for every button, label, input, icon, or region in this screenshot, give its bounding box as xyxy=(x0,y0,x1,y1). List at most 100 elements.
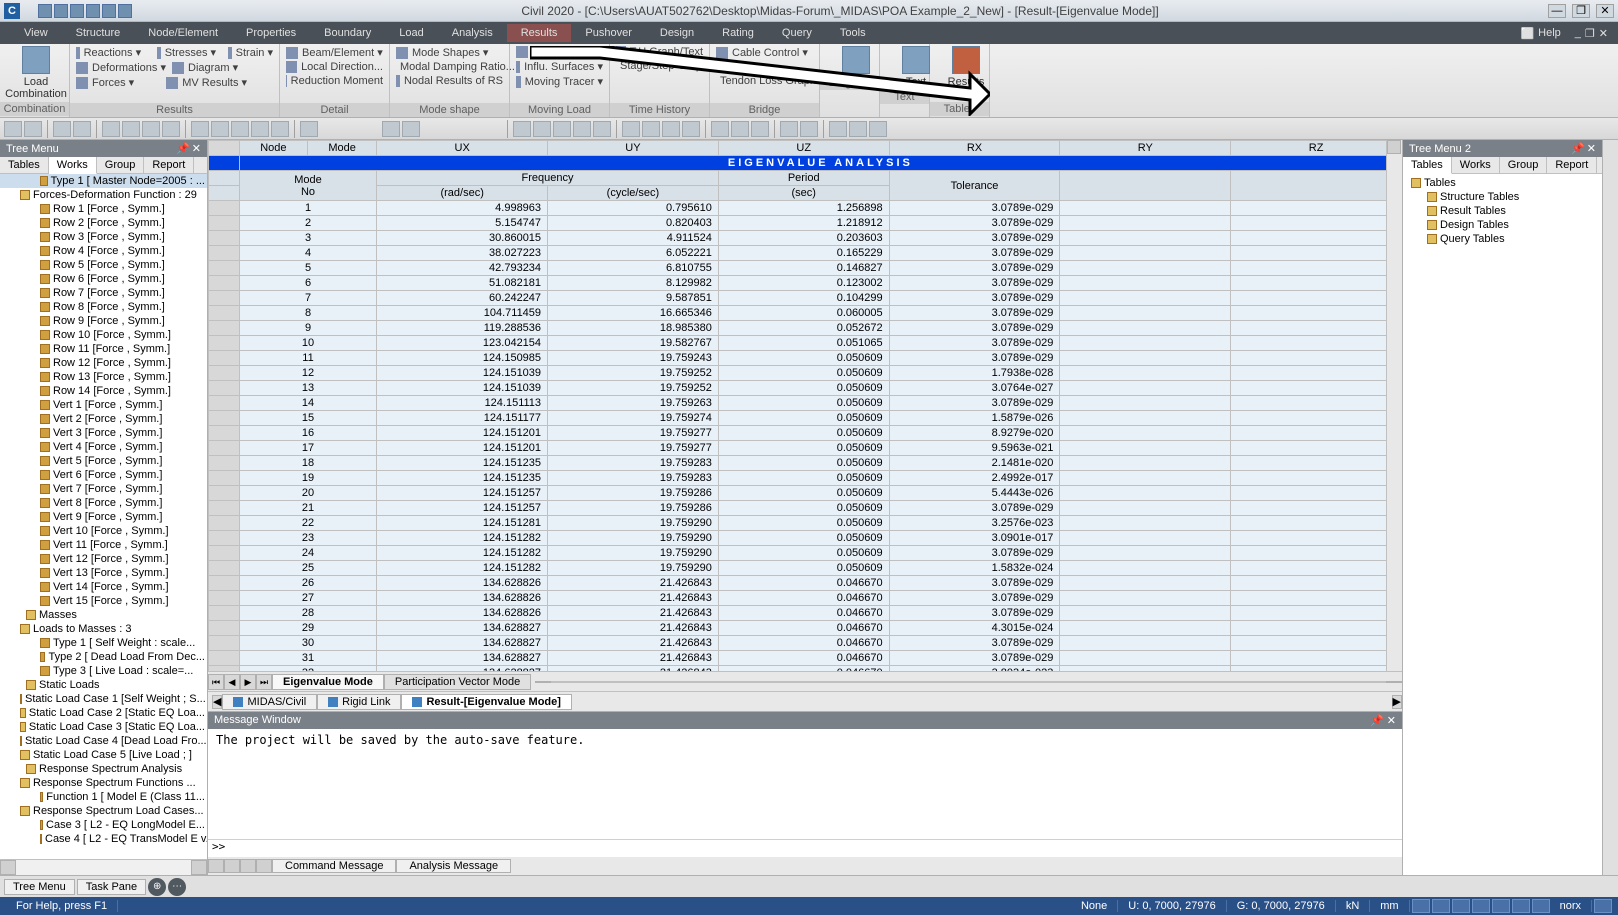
sb-units-icon[interactable] xyxy=(1412,899,1430,913)
tb-d-icon[interactable] xyxy=(251,121,269,137)
table-row[interactable]: 9119.28853618.9853800.0526723.0789e-029 xyxy=(209,321,1402,336)
tb-x2-icon[interactable] xyxy=(800,121,818,137)
menu-nodeelement[interactable]: Node/Element xyxy=(134,24,232,42)
grid-vscroll[interactable] xyxy=(1386,140,1402,671)
table-row[interactable]: 13124.15103919.7592520.0506093.0764e-027 xyxy=(209,381,1402,396)
hscroll-right-icon[interactable] xyxy=(191,860,207,875)
right-tab-tables[interactable]: Tables xyxy=(1403,157,1452,174)
table-row[interactable]: 760.2422479.5878510.1042993.0789e-029 xyxy=(209,291,1402,306)
table-row[interactable]: 22124.15128119.7592900.0506093.2576e-023 xyxy=(209,516,1402,531)
tree-item[interactable]: Static Load Case 5 [Live Load ; ] xyxy=(0,748,207,762)
help-menu[interactable]: Help xyxy=(1538,27,1561,39)
msg-first-icon[interactable] xyxy=(208,859,224,873)
forces-dropdown[interactable]: Forces ▾ xyxy=(92,76,134,89)
msg-body[interactable]: The project will be saved by the auto-sa… xyxy=(208,729,1402,839)
mode-shapes-dropdown[interactable]: Mode Shapes ▾ xyxy=(412,46,488,59)
tree-item[interactable]: Vert 6 [Force , Symm.] xyxy=(0,468,207,482)
tb-w1-icon[interactable] xyxy=(711,121,729,137)
doc-tab-midas[interactable]: MIDAS/Civil xyxy=(222,694,317,710)
qat-print-icon[interactable] xyxy=(86,4,100,18)
tree-item[interactable]: Vert 4 [Force , Symm.] xyxy=(0,440,207,454)
tree-item[interactable]: Row 13 [Force , Symm.] xyxy=(0,370,207,384)
tb-y3-icon[interactable] xyxy=(869,121,887,137)
menu-results[interactable]: Results xyxy=(507,24,572,42)
tree-item[interactable]: Case 4 [ L2 - EQ TransModel E v... xyxy=(0,832,207,846)
th-graph-button[interactable]: T.H Graph/Text xyxy=(630,46,703,58)
grid-header[interactable]: RX xyxy=(889,141,1060,156)
left-tree[interactable]: Type 1 [ Master Node=2005 : ...Forces-De… xyxy=(0,174,207,859)
btab-treemenu[interactable]: Tree Menu xyxy=(4,879,75,895)
tree-item[interactable]: Type 1 [ Master Node=2005 : ... xyxy=(0,174,207,188)
tree-item[interactable]: Type 2 [ Dead Load From Dec... xyxy=(0,650,207,664)
tb-v2-icon[interactable] xyxy=(642,121,660,137)
tree-item[interactable]: Row 2 [Force , Symm.] xyxy=(0,216,207,230)
msg-next-icon[interactable] xyxy=(240,859,256,873)
table-row[interactable]: 651.0821818.1299820.1230023.0789e-029 xyxy=(209,276,1402,291)
left-hscroll[interactable] xyxy=(0,859,207,875)
grid-header[interactable]: Mode xyxy=(308,141,377,156)
table-row[interactable]: 32134.62882721.4268430.0466703.8034e-023 xyxy=(209,666,1402,672)
doc-tab-result[interactable]: Result-[Eigenvalue Mode] xyxy=(401,694,571,710)
tree-item[interactable]: Forces-Deformation Function : 29 xyxy=(0,188,207,202)
tree-item[interactable]: Vert 3 [Force , Symm.] xyxy=(0,426,207,440)
qat-save-icon[interactable] xyxy=(70,4,84,18)
tb-v4-icon[interactable] xyxy=(682,121,700,137)
menu-analysis[interactable]: Analysis xyxy=(438,24,507,42)
doc-prev-icon[interactable]: ◀ xyxy=(212,695,222,709)
table-row[interactable]: 438.0272236.0522210.1652293.0789e-029 xyxy=(209,246,1402,261)
tree-item[interactable]: Row 9 [Force , Symm.] xyxy=(0,314,207,328)
table-row[interactable]: 30134.62882721.4268430.0466703.0789e-029 xyxy=(209,636,1402,651)
sheet-first-icon[interactable]: ⏮ xyxy=(208,674,224,690)
tree-item[interactable]: Row 10 [Force , Symm.] xyxy=(0,328,207,342)
table-row[interactable]: 14124.15111319.7592630.0506093.0789e-029 xyxy=(209,396,1402,411)
circle-btn-1[interactable]: ⊕ xyxy=(148,878,166,896)
tree-item[interactable]: Row 1 [Force , Symm.] xyxy=(0,202,207,216)
menu-boundary[interactable]: Boundary xyxy=(310,24,385,42)
tb-play1-icon[interactable] xyxy=(513,121,531,137)
tree-item[interactable]: Vert 5 [Force , Symm.] xyxy=(0,454,207,468)
tb-back-icon[interactable] xyxy=(4,121,22,137)
sheet-last-icon[interactable]: ⏭ xyxy=(256,674,272,690)
menu-design[interactable]: Design xyxy=(646,24,708,42)
btab-taskpane[interactable]: Task Pane xyxy=(77,879,146,895)
grid-header[interactable]: RY xyxy=(1060,141,1231,156)
msg-prompt[interactable]: >> xyxy=(208,839,1402,857)
strain-dropdown[interactable]: Strain ▾ xyxy=(236,46,273,59)
stage-step-button[interactable]: Stage/Step Graph xyxy=(620,60,708,72)
grid-header[interactable]: UY xyxy=(548,141,719,156)
tree-item[interactable]: Vert 2 [Force , Symm.] xyxy=(0,412,207,426)
menubar-close-icon[interactable]: ✕ xyxy=(1599,27,1608,40)
table-row[interactable]: 19124.15123519.7592830.0506092.4992e-017 xyxy=(209,471,1402,486)
tree-item[interactable]: Response Spectrum Functions ... xyxy=(0,776,207,790)
local-direction-button[interactable]: Local Direction... xyxy=(301,61,383,73)
table-row[interactable]: 24124.15128219.7592900.0506093.0789e-029 xyxy=(209,546,1402,561)
tb-sel2-icon[interactable] xyxy=(122,121,140,137)
tb-play3-icon[interactable] xyxy=(553,121,571,137)
table-row[interactable]: 542.7932346.8107550.1468273.0789e-029 xyxy=(209,261,1402,276)
tree-item[interactable]: Type 3 [ Live Load : scale=... xyxy=(0,664,207,678)
tb-grid-icon[interactable] xyxy=(382,121,400,137)
tree-item[interactable]: Vert 12 [Force , Symm.] xyxy=(0,552,207,566)
tree-item[interactable]: Response Spectrum Load Cases... xyxy=(0,804,207,818)
sb-snap4-icon[interactable] xyxy=(1492,899,1510,913)
sb-snap6-icon[interactable] xyxy=(1532,899,1550,913)
table-row[interactable]: 11124.15098519.7592430.0506093.0789e-029 xyxy=(209,351,1402,366)
table-row[interactable]: 330.8600154.9115240.2036033.0789e-029 xyxy=(209,231,1402,246)
tree-item[interactable]: Static Load Case 4 [Dead Load Fro... xyxy=(0,734,207,748)
status-unit-force[interactable]: kN xyxy=(1336,900,1370,912)
tree-item[interactable]: Row 3 [Force , Symm.] xyxy=(0,230,207,244)
load-combination-button[interactable]: Load Combination xyxy=(6,46,66,100)
left-pin-icon[interactable]: 📌 xyxy=(176,142,190,155)
hscroll-left-icon[interactable] xyxy=(0,860,16,875)
qat-new-icon[interactable] xyxy=(38,4,52,18)
tree-item[interactable]: Vert 9 [Force , Symm.] xyxy=(0,510,207,524)
table-row[interactable]: 12124.15103919.7592520.0506091.7938e-028 xyxy=(209,366,1402,381)
minimize-button[interactable]: — xyxy=(1548,4,1566,18)
menu-rating[interactable]: Rating xyxy=(708,24,768,42)
left-close-icon[interactable]: ✕ xyxy=(192,142,201,155)
sheet-tab-participation[interactable]: Participation Vector Mode xyxy=(384,674,531,690)
msg-tab-command[interactable]: Command Message xyxy=(272,859,396,873)
tree-item[interactable]: Row 12 [Force , Symm.] xyxy=(0,356,207,370)
maximize-button[interactable]: ❐ xyxy=(1572,4,1590,18)
tb-w3-icon[interactable] xyxy=(751,121,769,137)
